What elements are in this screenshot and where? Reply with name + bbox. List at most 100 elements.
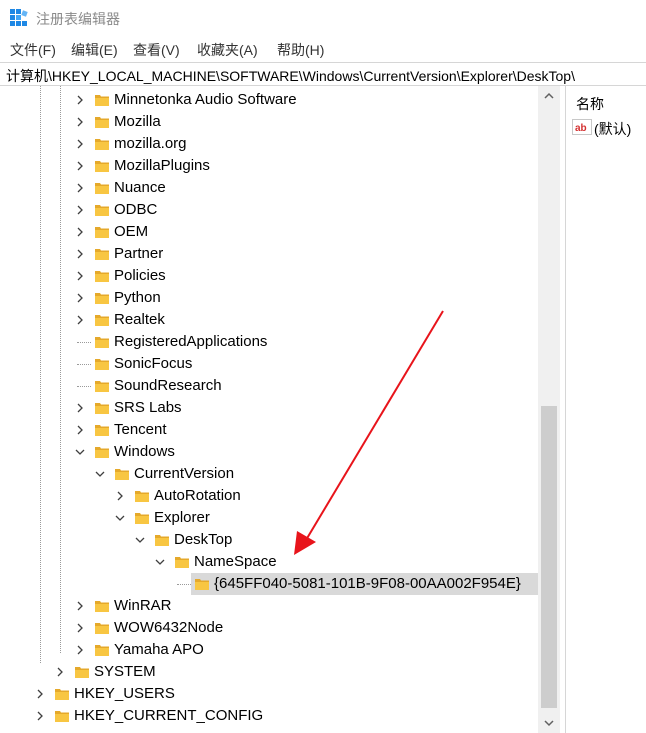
title-bar: 注册表编辑器 xyxy=(0,0,646,36)
chevron-right-icon[interactable] xyxy=(73,419,87,441)
folder-icon xyxy=(95,425,109,436)
folder-icon xyxy=(95,271,109,282)
tree-node-label: Windows xyxy=(114,443,175,460)
tree-node[interactable]: HKEY_USERS xyxy=(0,683,538,705)
tree-node[interactable]: Windows xyxy=(0,441,538,463)
tree-node[interactable]: SoundResearch xyxy=(0,375,538,397)
chevron-right-icon[interactable] xyxy=(73,397,87,419)
tree-node[interactable]: Explorer xyxy=(0,507,538,529)
folder-icon xyxy=(55,689,69,700)
address-bar[interactable]: 计算机\HKEY_LOCAL_MACHINE\SOFTWARE\Windows\… xyxy=(0,62,646,86)
chevron-right-icon[interactable] xyxy=(33,683,47,705)
folder-icon xyxy=(175,557,189,568)
tree-node[interactable]: Nuance xyxy=(0,177,538,199)
folder-icon xyxy=(95,623,109,634)
chevron-right-icon[interactable] xyxy=(33,705,47,727)
chevron-down-icon[interactable] xyxy=(93,463,107,485)
chevron-right-icon[interactable] xyxy=(73,287,87,309)
tree-node[interactable]: mozilla.org xyxy=(0,133,538,155)
tree-node[interactable]: Minnetonka Audio Software xyxy=(0,89,538,111)
scroll-up-icon[interactable] xyxy=(538,86,560,106)
chevron-right-icon[interactable] xyxy=(73,639,87,661)
tree-node-label: NameSpace xyxy=(194,553,277,570)
tree-node-label: Mozilla xyxy=(114,113,161,130)
tree-node[interactable]: HKEY_CURRENT_CONFIG xyxy=(0,705,538,727)
tree-node[interactable]: Mozilla xyxy=(0,111,538,133)
folder-icon xyxy=(95,249,109,260)
chevron-down-icon[interactable] xyxy=(153,551,167,573)
chevron-right-icon[interactable] xyxy=(73,177,87,199)
tree-scrollbar[interactable] xyxy=(538,86,560,733)
chevron-right-icon[interactable] xyxy=(73,199,87,221)
folder-icon xyxy=(95,381,109,392)
chevron-right-icon[interactable] xyxy=(73,155,87,177)
folder-icon xyxy=(95,315,109,326)
tree-node-label: CurrentVersion xyxy=(134,465,235,482)
tree-node[interactable]: ODBC xyxy=(0,199,538,221)
scroll-thumb[interactable] xyxy=(541,406,557,708)
tree-node[interactable]: DeskTop xyxy=(0,529,538,551)
chevron-right-icon[interactable] xyxy=(73,595,87,617)
folder-icon xyxy=(95,403,109,414)
chevron-down-icon[interactable] xyxy=(73,441,87,463)
folder-icon xyxy=(95,447,109,458)
tree-node-label: MozillaPlugins xyxy=(114,157,210,174)
chevron-right-icon[interactable] xyxy=(73,265,87,287)
folder-icon xyxy=(95,645,109,656)
tree-node[interactable]: Yamaha APO xyxy=(0,639,538,661)
chevron-right-icon[interactable] xyxy=(73,309,87,331)
menu-help[interactable]: 帮助(H) xyxy=(277,40,324,60)
tree-node[interactable]: Policies xyxy=(0,265,538,287)
folder-icon xyxy=(95,337,109,348)
tree-node[interactable]: OEM xyxy=(0,221,538,243)
tree-node[interactable]: RegisteredApplications xyxy=(0,331,538,353)
registry-editor-window: 注册表编辑器 文件(F) 编辑(E) 查看(V) 收藏夹(A) 帮助(H) 计算… xyxy=(0,0,646,733)
key-tree[interactable]: Minnetonka Audio Software Mozilla mozilla.… xyxy=(0,86,560,733)
chevron-right-icon[interactable] xyxy=(73,111,87,133)
folder-icon xyxy=(115,469,129,480)
tree-node-label: DeskTop xyxy=(174,531,233,548)
column-header-name[interactable]: 名称 xyxy=(576,94,604,114)
chevron-right-icon[interactable] xyxy=(73,617,87,639)
chevron-right-icon[interactable] xyxy=(73,133,87,155)
chevron-right-icon[interactable] xyxy=(73,89,87,111)
tree-node-label: Python xyxy=(114,289,161,306)
folder-icon xyxy=(155,535,169,546)
tree-node[interactable]: AutoRotation xyxy=(0,485,538,507)
window-title: 注册表编辑器 xyxy=(36,11,120,27)
tree-node[interactable]: SRS Labs xyxy=(0,397,538,419)
tree-node[interactable]: Tencent xyxy=(0,419,538,441)
tree-node[interactable]: {645FF040-5081-101B-9F08-00AA002F954E} xyxy=(0,573,538,595)
value-name: (默认) xyxy=(594,121,632,137)
chevron-down-icon[interactable] xyxy=(113,507,127,529)
chevron-right-icon[interactable] xyxy=(53,661,67,683)
chevron-down-icon[interactable] xyxy=(133,529,147,551)
tree-node-label: Explorer xyxy=(154,509,210,526)
tree-node[interactable]: CurrentVersion xyxy=(0,463,538,485)
tree-node[interactable]: WinRAR xyxy=(0,595,538,617)
tree-node[interactable]: SonicFocus xyxy=(0,353,538,375)
values-pane: 名称 ab (默认) xyxy=(566,86,646,733)
tree-guide-line xyxy=(77,342,91,343)
tree-node[interactable]: WOW6432Node xyxy=(0,617,538,639)
menu-view[interactable]: 查看(V) xyxy=(133,40,180,60)
address-path[interactable]: 计算机\HKEY_LOCAL_MACHINE\SOFTWARE\Windows\… xyxy=(6,66,575,85)
tree-node[interactable]: NameSpace xyxy=(0,551,538,573)
tree-node[interactable]: MozillaPlugins xyxy=(0,155,538,177)
chevron-right-icon[interactable] xyxy=(73,243,87,265)
tree-node[interactable]: Realtek xyxy=(0,309,538,331)
string-value-icon: ab xyxy=(572,119,592,135)
chevron-right-icon[interactable] xyxy=(73,221,87,243)
menu-favorites[interactable]: 收藏夹(A) xyxy=(197,40,258,60)
tree-node-label: AutoRotation xyxy=(154,487,241,504)
menu-edit[interactable]: 编辑(E) xyxy=(71,40,118,60)
scroll-down-icon[interactable] xyxy=(538,713,560,733)
chevron-right-icon[interactable] xyxy=(113,485,127,507)
tree-node-label: SRS Labs xyxy=(114,399,182,416)
tree-node[interactable]: SYSTEM xyxy=(0,661,538,683)
tree-node-label: HKEY_USERS xyxy=(74,685,175,702)
tree-node[interactable]: Python xyxy=(0,287,538,309)
menu-file[interactable]: 文件(F) xyxy=(10,40,56,60)
tree-node[interactable]: Partner xyxy=(0,243,538,265)
svg-text:ab: ab xyxy=(575,123,587,134)
